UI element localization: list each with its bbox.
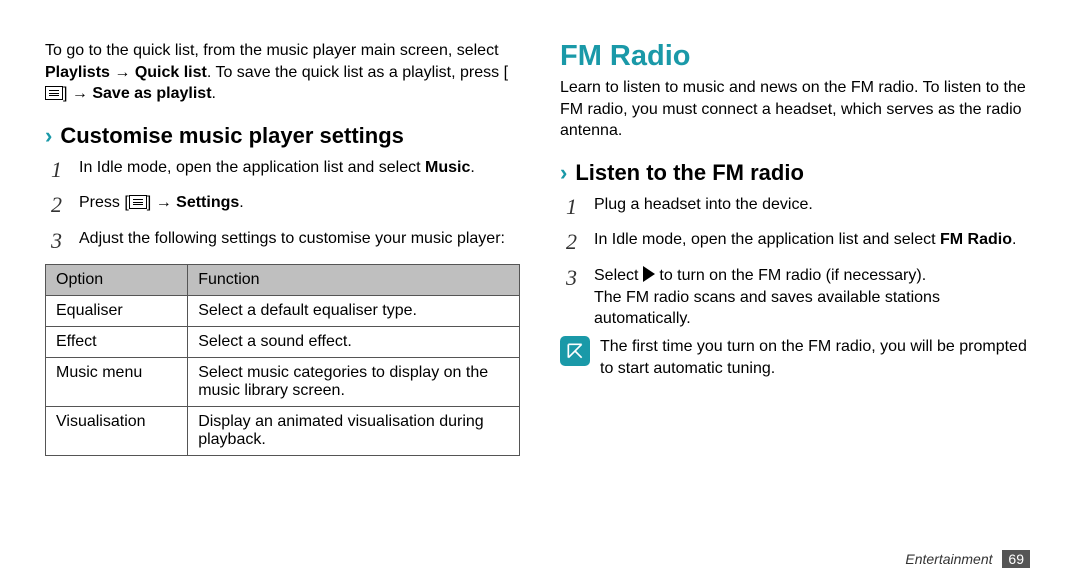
text-bold: Settings [176, 194, 239, 211]
text: → [110, 64, 135, 81]
menu-icon [45, 86, 63, 100]
step-2: 2 In Idle mode, open the application lis… [566, 227, 1035, 257]
step-number: 2 [51, 190, 79, 220]
step-body: Adjust the following settings to customi… [79, 226, 520, 256]
right-column: FM Radio Learn to listen to music and ne… [560, 40, 1035, 456]
step-number: 1 [51, 155, 79, 185]
left-column: To go to the quick list, from the music … [45, 40, 520, 456]
footer-page-number: 69 [1002, 550, 1030, 568]
customise-heading: › Customise music player settings [45, 123, 520, 149]
heading-text: Listen to the FM radio [575, 160, 804, 186]
chevron-icon: › [560, 160, 567, 186]
chevron-icon: › [45, 123, 52, 149]
step-body: Press [ ] → Settings. [79, 190, 520, 220]
table-row: Music menu Select music categories to di… [46, 357, 520, 406]
text: . To save the quick list as a playlist, … [207, 64, 508, 81]
step-body: Select to turn on the FM radio (if neces… [594, 263, 1035, 330]
step-number: 3 [51, 226, 79, 256]
text: The FM radio scans and saves available s… [594, 289, 940, 328]
note-text: The first time you turn on the FM radio,… [600, 336, 1035, 379]
step-1: 1 Plug a headset into the device. [566, 192, 1035, 222]
step-3: 3 Adjust the following settings to custo… [51, 226, 520, 256]
text: ] → [147, 194, 176, 211]
td-option: Equaliser [46, 295, 188, 326]
listen-steps: 1 Plug a headset into the device. 2 In I… [566, 192, 1035, 330]
td-option: Effect [46, 326, 188, 357]
td-option: Visualisation [46, 406, 188, 455]
text: . [239, 194, 243, 211]
text-bold: Playlists [45, 64, 110, 81]
text: . [212, 85, 216, 102]
text: to turn on the FM radio (if necessary). [655, 267, 926, 284]
td-function: Display an animated visualisation during… [188, 406, 520, 455]
step-3: 3 Select to turn on the FM radio (if nec… [566, 263, 1035, 330]
text: . [1012, 231, 1016, 248]
menu-icon [129, 195, 147, 209]
td-function: Select a default equaliser type. [188, 295, 520, 326]
customise-steps: 1 In Idle mode, open the application lis… [51, 155, 520, 256]
page-footer: Entertainment 69 [905, 550, 1030, 568]
th-function: Function [188, 264, 520, 295]
step-body: Plug a headset into the device. [594, 192, 1035, 222]
text: Select [594, 267, 643, 284]
fm-radio-title: FM Radio [560, 40, 1035, 73]
step-body: In Idle mode, open the application list … [79, 155, 520, 185]
step-2: 2 Press [ ] → Settings. [51, 190, 520, 220]
text: In Idle mode, open the application list … [594, 231, 940, 248]
text: To go to the quick list, from the music … [45, 42, 499, 59]
th-option: Option [46, 264, 188, 295]
note-box: The first time you turn on the FM radio,… [560, 336, 1035, 379]
text-bold: Quick list [135, 64, 207, 81]
table-row: Equaliser Select a default equaliser typ… [46, 295, 520, 326]
settings-table: Option Function Equaliser Select a defau… [45, 264, 520, 456]
table-header-row: Option Function [46, 264, 520, 295]
table-row: Effect Select a sound effect. [46, 326, 520, 357]
note-icon [560, 336, 590, 366]
td-option: Music menu [46, 357, 188, 406]
td-function: Select music categories to display on th… [188, 357, 520, 406]
step-number: 3 [566, 263, 594, 330]
text-bold: Save as playlist [92, 85, 211, 102]
td-function: Select a sound effect. [188, 326, 520, 357]
text: In Idle mode, open the application list … [79, 159, 425, 176]
table-row: Visualisation Display an animated visual… [46, 406, 520, 455]
text-bold: FM Radio [940, 231, 1012, 248]
listen-heading: › Listen to the FM radio [560, 160, 1035, 186]
text: . [470, 159, 474, 176]
text: ] → [63, 85, 92, 102]
text-bold: Music [425, 159, 470, 176]
step-body: In Idle mode, open the application list … [594, 227, 1035, 257]
quicklist-intro: To go to the quick list, from the music … [45, 40, 520, 105]
fm-radio-intro: Learn to listen to music and news on the… [560, 77, 1035, 142]
step-number: 2 [566, 227, 594, 257]
footer-section: Entertainment [905, 551, 992, 567]
heading-text: Customise music player settings [60, 123, 404, 149]
step-1: 1 In Idle mode, open the application lis… [51, 155, 520, 185]
step-number: 1 [566, 192, 594, 222]
text: Press [ [79, 194, 129, 211]
play-icon [643, 266, 655, 282]
